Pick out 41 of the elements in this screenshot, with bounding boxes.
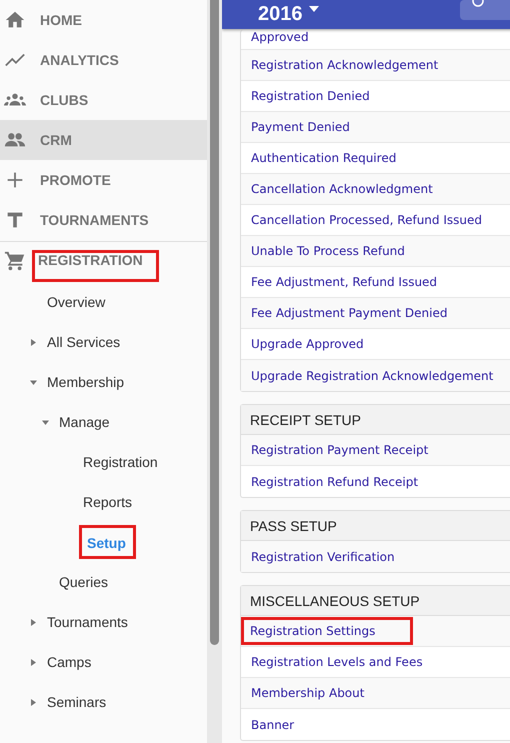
- tree-item[interactable]: Overview: [43, 288, 110, 316]
- card-header: PASS SETUP: [241, 511, 510, 541]
- tree-item[interactable]: Setup: [79, 525, 136, 559]
- section-title[interactable]: REGISTRATION: [32, 250, 159, 282]
- card-header: RECEIPT SETUP: [241, 405, 510, 435]
- tree-item[interactable]: Camps: [43, 648, 96, 676]
- nav-item[interactable]: HOME: [0, 0, 207, 40]
- tree-item[interactable]: Queries: [55, 568, 112, 596]
- tree-item[interactable]: Registration: [79, 448, 162, 476]
- caret-down-icon[interactable]: [308, 6, 318, 12]
- nav-item[interactable]: CRM: [0, 120, 207, 160]
- setup-link[interactable]: Upgrade Approved: [247, 333, 368, 355]
- tree-item[interactable]: Seminars: [43, 688, 110, 716]
- nav-item[interactable]: ANALYTICS: [0, 40, 207, 80]
- nav-item[interactable]: CLUBS: [0, 80, 207, 120]
- card-header: MISCELLANEOUS SETUP: [241, 586, 510, 616]
- tree-item[interactable]: All Services: [43, 328, 124, 356]
- caret-down-icon[interactable]: [30, 378, 37, 386]
- nav-item[interactable]: PROMOTE: [0, 160, 207, 200]
- tree-item[interactable]: Manage: [55, 408, 114, 436]
- scrollbar-thumb[interactable]: [210, 0, 219, 645]
- nav-item[interactable]: TOURNAMENTS: [0, 200, 207, 240]
- setup-link[interactable]: Registration Refund Receipt: [247, 470, 422, 492]
- caret-right-icon[interactable]: [30, 618, 37, 626]
- cart-icon: [4, 250, 26, 272]
- caret-right-icon[interactable]: [30, 658, 37, 666]
- tree-item[interactable]: Reports: [79, 488, 136, 516]
- caret-down-icon[interactable]: [42, 418, 49, 426]
- search-icon: [470, 0, 484, 10]
- setup-link[interactable]: Authentication Required: [247, 147, 400, 169]
- setup-link[interactable]: Fee Adjustment, Refund Issued: [247, 271, 442, 293]
- setup-link[interactable]: Cancellation Processed, Refund Issued: [247, 209, 486, 231]
- year-selector[interactable]: 2016: [258, 3, 302, 26]
- caret-right-icon[interactable]: [30, 698, 37, 706]
- setup-link[interactable]: Registration Denied: [247, 85, 374, 107]
- setup-link[interactable]: Banner: [247, 714, 298, 736]
- setup-link[interactable]: Registration Levels and Fees: [247, 651, 427, 673]
- setup-link[interactable]: Approved: [247, 30, 313, 48]
- tree-item[interactable]: Membership: [43, 368, 128, 396]
- tree-item[interactable]: Tournaments: [43, 608, 132, 636]
- caret-right-icon[interactable]: [30, 338, 37, 346]
